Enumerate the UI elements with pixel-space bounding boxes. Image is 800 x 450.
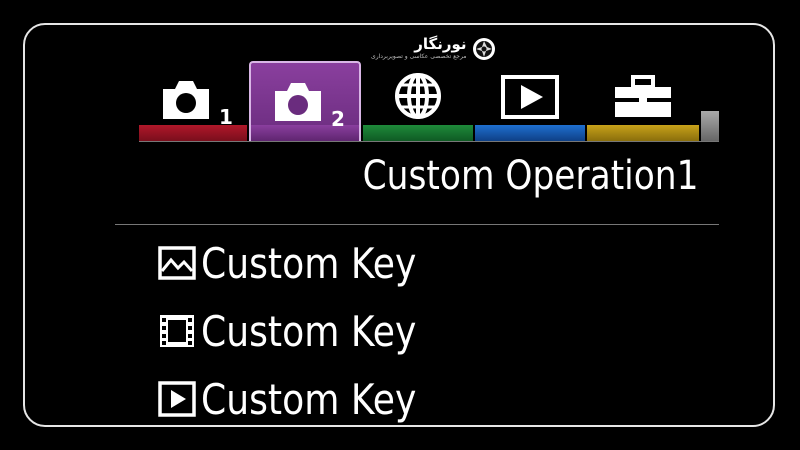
tab-divider — [139, 141, 719, 142]
movie-film-icon — [155, 309, 199, 353]
tab-playback[interactable] — [475, 61, 585, 141]
list-item-label: Custom Key — [201, 306, 417, 356]
title-divider — [115, 224, 719, 225]
tab-color-stripe — [587, 125, 699, 141]
still-image-icon — [155, 241, 199, 285]
tab-network[interactable] — [363, 61, 473, 141]
aperture-icon — [472, 37, 495, 60]
globe-icon — [393, 71, 443, 125]
list-item-label: Custom Key — [201, 374, 417, 424]
camera-menu-screen: نورنگار مرجع تخصصی عکاسی و تصویربرداری 1 — [23, 23, 775, 427]
tab-shooting-1[interactable]: 1 — [139, 61, 247, 141]
menu-tab-bar: 1 2 — [139, 61, 719, 141]
list-item-custom-key-still[interactable]: Custom Key — [155, 237, 451, 289]
camera-icon — [159, 77, 213, 127]
tab-shooting-2[interactable]: 2 — [249, 61, 361, 141]
play-icon — [501, 75, 559, 123]
tab-number: 2 — [331, 107, 345, 131]
watermark-logo: نورنگار مرجع تخصصی عکاسی و تصویربرداری — [371, 37, 495, 60]
tab-number: 1 — [219, 105, 233, 129]
toolbox-icon — [613, 75, 673, 123]
list-item-custom-key-playback[interactable]: Custom Key — [155, 373, 451, 425]
tab-bar-edge — [701, 61, 719, 141]
list-item-label: Custom Key — [201, 238, 417, 288]
watermark-name: نورنگار — [414, 35, 467, 53]
camera-icon — [271, 79, 325, 129]
list-item-custom-key-movie[interactable]: Custom Key — [155, 305, 451, 357]
playback-icon — [155, 377, 199, 421]
page-title: Custom Operation1 — [362, 153, 698, 199]
tab-color-stripe — [475, 125, 585, 141]
watermark-tagline: مرجع تخصصی عکاسی و تصویربرداری — [371, 53, 467, 60]
tab-setup[interactable] — [587, 61, 699, 141]
tab-color-stripe — [363, 125, 473, 141]
